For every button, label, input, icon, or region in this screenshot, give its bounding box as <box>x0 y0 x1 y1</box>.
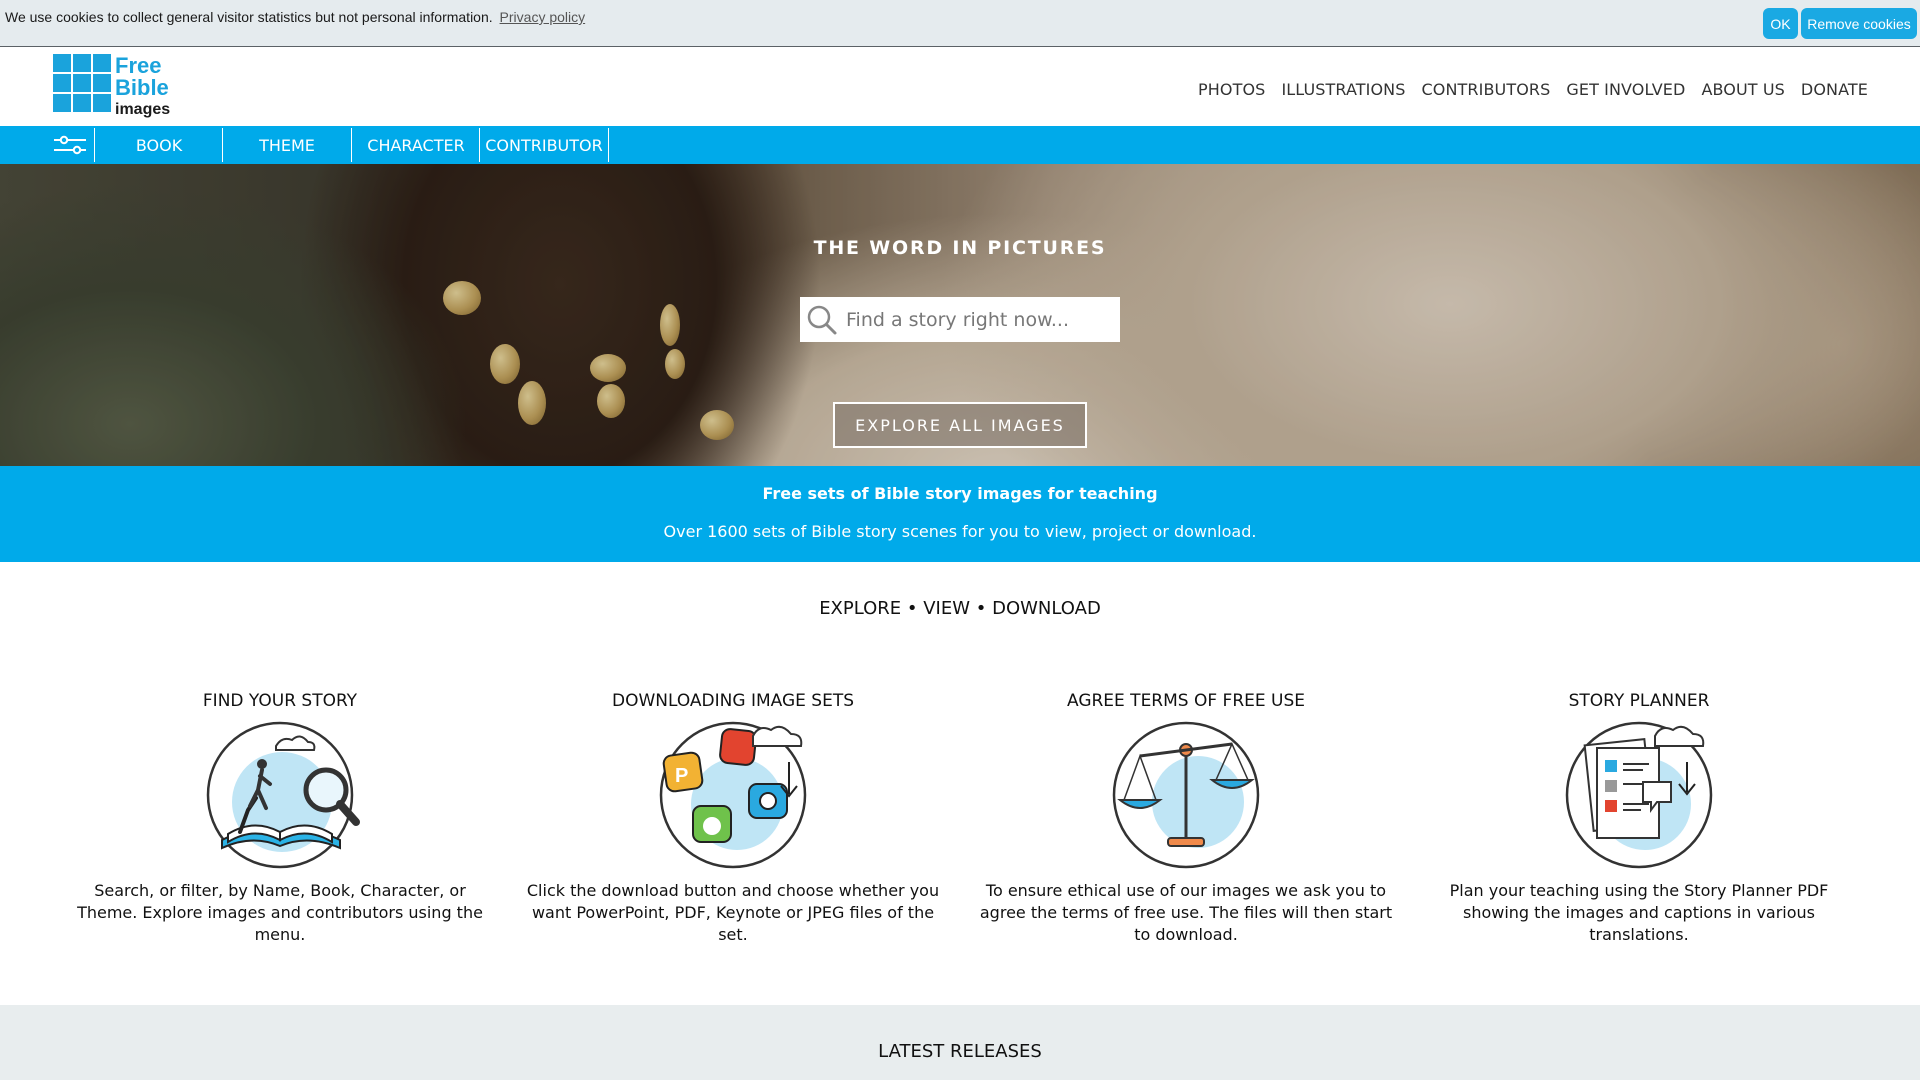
filter-contributor[interactable]: CONTRIBUTOR <box>479 128 609 162</box>
feature-title: FIND YOUR STORY <box>202 691 358 711</box>
search-icon <box>807 305 837 335</box>
cookie-message-text: We use cookies to collect general visito… <box>5 9 493 25</box>
filter-book[interactable]: BOOK <box>94 128 223 162</box>
cookie-message: We use cookies to collect general visito… <box>5 9 585 25</box>
info-strip: Free sets of Bible story images for teac… <box>0 466 1920 562</box>
latest-releases-title: LATEST RELEASES <box>878 1041 1042 1062</box>
story-planner-icon <box>1565 721 1713 869</box>
svg-text:P: P <box>675 765 688 787</box>
filter-theme[interactable]: THEME <box>222 128 351 162</box>
hero-title: THE WORD IN PICTURES <box>813 237 1107 259</box>
sliders-icon[interactable] <box>53 134 87 156</box>
nav-get-involved[interactable]: GET INVOLVED <box>1566 80 1685 99</box>
info-subtitle: Over 1600 sets of Bible story scenes for… <box>663 522 1257 541</box>
feature-title: DOWNLOADING IMAGE SETS <box>611 691 854 711</box>
free-bible-images-logo[interactable]: Free Bible images <box>53 54 183 118</box>
nav-photos[interactable]: PHOTOS <box>1198 80 1265 99</box>
feature-description: Search, or filter, by Name, Book, Charac… <box>77 881 483 944</box>
remove-cookies-button[interactable]: Remove cookies <box>1801 8 1917 39</box>
logo-bible-text: Bible <box>115 75 169 100</box>
feature-story-planner: STORY PLANNER Plan your teaching using t… <box>1419 688 1859 946</box>
search-input[interactable] <box>846 297 1116 342</box>
privacy-policy-link[interactable]: Privacy policy <box>500 9 586 25</box>
hero-banner: THE WORD IN PICTURES EXPLORE ALL IMAGES <box>0 164 1920 466</box>
scales-icon <box>1112 721 1260 869</box>
info-title: Free sets of Bible story images for teac… <box>762 484 1158 503</box>
feature-description: Plan your teaching using the Story Plann… <box>1449 881 1829 944</box>
site-header: Free Bible images PHOTOS ILLUSTRATIONS C… <box>0 48 1920 126</box>
feature-agree-terms: AGREE TERMS OF FREE USE To ensure ethica… <box>966 688 1406 946</box>
search-box <box>800 297 1120 342</box>
book-search-icon <box>206 721 360 869</box>
download-formats-icon: P <box>659 721 807 869</box>
cookie-bar: We use cookies to collect general visito… <box>0 0 1920 47</box>
filter-bar: BOOK THEME CHARACTER CONTRIBUTOR <box>0 126 1920 164</box>
feature-title: AGREE TERMS OF FREE USE <box>1066 691 1306 711</box>
feature-title: STORY PLANNER <box>1568 691 1710 711</box>
feature-downloading-image-sets: DOWNLOADING IMAGE SETS P Click the downl… <box>513 688 953 946</box>
nav-about-us[interactable]: ABOUT US <box>1701 80 1784 99</box>
nav-illustrations[interactable]: ILLUSTRATIONS <box>1281 80 1405 99</box>
filter-character[interactable]: CHARACTER <box>351 128 480 162</box>
feature-description: To ensure ethical use of our images we a… <box>979 881 1393 944</box>
latest-releases-section: LATEST RELEASES <box>0 1005 1920 1080</box>
tagline: EXPLORE • VIEW • DOWNLOAD <box>819 598 1101 619</box>
explore-all-images-button[interactable]: EXPLORE ALL IMAGES <box>833 402 1087 448</box>
main-nav: PHOTOS ILLUSTRATIONS CONTRIBUTORS GET IN… <box>1182 80 1868 99</box>
feature-description: Click the download button and choose whe… <box>526 881 940 944</box>
feature-find-your-story: FIND YOUR STORY Search, or filter, by Na… <box>60 688 500 946</box>
logo-images-text: images <box>115 101 170 118</box>
nav-contributors[interactable]: CONTRIBUTORS <box>1422 80 1551 99</box>
cookie-ok-button[interactable]: OK <box>1763 8 1798 39</box>
nav-donate[interactable]: DONATE <box>1801 80 1868 99</box>
